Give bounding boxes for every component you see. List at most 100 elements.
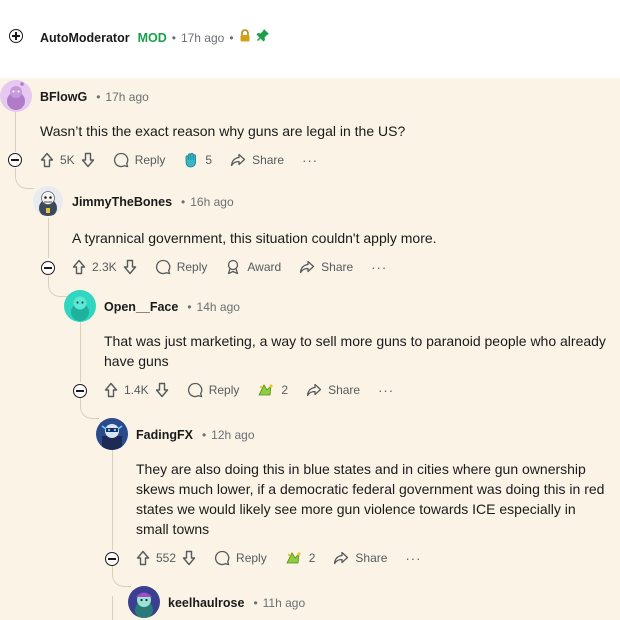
comment-body: That was just marketing, a way to sell m… (104, 333, 606, 369)
comment-bubble-icon (113, 152, 129, 168)
award-count: 5 (205, 153, 213, 167)
award-hand-icon (183, 152, 199, 168)
comment-author[interactable]: AutoModerator (40, 31, 130, 45)
award-sparkle-icon (285, 550, 303, 566)
more-options-button[interactable]: ··· (371, 260, 387, 275)
share-arrow-icon (230, 153, 246, 167)
lock-icon (239, 28, 251, 47)
reply-label: Reply (236, 551, 267, 565)
thread-line (48, 218, 49, 258)
share-button[interactable]: Share (333, 551, 387, 565)
expand-thread-button[interactable] (9, 29, 23, 43)
comment-time: 12h ago (211, 428, 255, 442)
reply-button[interactable]: Reply (187, 382, 240, 398)
avatar[interactable] (33, 186, 63, 216)
upvote-icon[interactable] (136, 550, 150, 566)
share-label: Share (321, 260, 354, 274)
share-button[interactable]: Share (306, 383, 360, 397)
comment-body: A tyrannical government, this situation … (72, 230, 437, 246)
downvote-icon[interactable] (123, 259, 137, 275)
award-label: Award (247, 260, 282, 274)
separator: • (96, 90, 101, 104)
comment-actions: 1.4K Reply 2 Share ··· (104, 382, 394, 398)
comment-header: Open__Face • 14h ago (104, 300, 240, 314)
share-arrow-icon (333, 551, 349, 565)
comment-time: 14h ago (196, 300, 240, 314)
pin-icon (256, 28, 270, 47)
reply-label: Reply (176, 260, 208, 274)
separator: • (253, 596, 258, 610)
award-button[interactable]: 5 (183, 152, 212, 168)
comment-time: 17h ago (180, 30, 225, 45)
upvote-icon[interactable] (104, 382, 118, 398)
more-options-button[interactable]: ··· (378, 383, 394, 398)
award-button[interactable]: Award (225, 259, 281, 275)
vote-group: 5K (40, 152, 95, 168)
comment-time: 11h ago (262, 596, 306, 610)
share-arrow-icon (306, 383, 322, 397)
separator: • (171, 30, 176, 45)
reply-label: Reply (208, 383, 240, 397)
collapse-thread-button[interactable] (105, 552, 119, 566)
award-count: 2 (281, 383, 289, 397)
comment-bubble-icon (187, 382, 203, 398)
vote-group: 552 (136, 550, 196, 566)
comment-time: 17h ago (105, 90, 149, 104)
comment-header: keelhaulrose • 11h ago (168, 596, 305, 610)
collapse-thread-button[interactable] (73, 384, 87, 398)
collapse-thread-button[interactable] (8, 153, 22, 167)
thread-line (112, 596, 113, 620)
comment-header: BFlowG • 17h ago (40, 90, 149, 104)
vote-count: 552 (156, 551, 177, 565)
award-button[interactable]: 2 (285, 550, 316, 566)
award-button[interactable]: 2 (257, 382, 288, 398)
avatar[interactable] (96, 418, 128, 450)
separator: • (181, 195, 186, 209)
comment-body: Wasn’t this the exact reason why guns ar… (40, 123, 406, 139)
vote-group: 2.3K (72, 259, 137, 275)
upvote-icon[interactable] (40, 152, 54, 168)
avatar[interactable] (128, 586, 160, 618)
downvote-icon[interactable] (81, 152, 95, 168)
separator: • (229, 30, 234, 45)
reply-button[interactable]: Reply (155, 259, 208, 275)
comment-actions: 2.3K Reply Award Share ··· (72, 259, 387, 275)
award-ribbon-icon (225, 259, 241, 275)
upvote-icon[interactable] (72, 259, 86, 275)
avatar[interactable] (0, 80, 32, 112)
thread-line (15, 112, 16, 152)
downvote-icon[interactable] (182, 550, 196, 566)
comment-author[interactable]: JimmyTheBones (72, 195, 172, 209)
comment-author[interactable]: BFlowG (40, 90, 87, 104)
mod-badge: MOD (137, 30, 167, 45)
avatar[interactable] (64, 290, 96, 322)
vote-count: 5K (60, 153, 75, 167)
reply-button[interactable]: Reply (214, 550, 267, 566)
vote-count: 1.4K (124, 383, 149, 397)
reply-label: Reply (134, 153, 166, 167)
downvote-icon[interactable] (155, 382, 169, 398)
more-options-button[interactable]: ··· (302, 153, 318, 168)
comment-author[interactable]: keelhaulrose (168, 596, 244, 610)
vote-count: 2.3K (92, 260, 117, 274)
share-button[interactable]: Share (299, 260, 353, 274)
share-label: Share (355, 551, 388, 565)
thread-line (80, 322, 81, 382)
share-button[interactable]: Share (230, 153, 284, 167)
separator: • (187, 300, 192, 314)
thread-line (112, 450, 113, 550)
comment-header: AutoModerator MOD • 17h ago • (40, 28, 270, 47)
separator: • (201, 428, 207, 442)
comment-header: JimmyTheBones • 16h ago (72, 195, 234, 209)
comment-bubble-icon (155, 259, 171, 275)
share-label: Share (252, 153, 285, 167)
award-count: 2 (308, 551, 316, 565)
reply-button[interactable]: Reply (113, 152, 166, 168)
comment-bubble-icon (214, 550, 230, 566)
share-label: Share (328, 383, 361, 397)
share-arrow-icon (299, 260, 315, 274)
comment-author[interactable]: Open__Face (104, 300, 178, 314)
collapse-thread-button[interactable] (41, 261, 55, 275)
comment-author[interactable]: FadingFX (136, 428, 193, 442)
more-options-button[interactable]: ··· (405, 551, 421, 566)
